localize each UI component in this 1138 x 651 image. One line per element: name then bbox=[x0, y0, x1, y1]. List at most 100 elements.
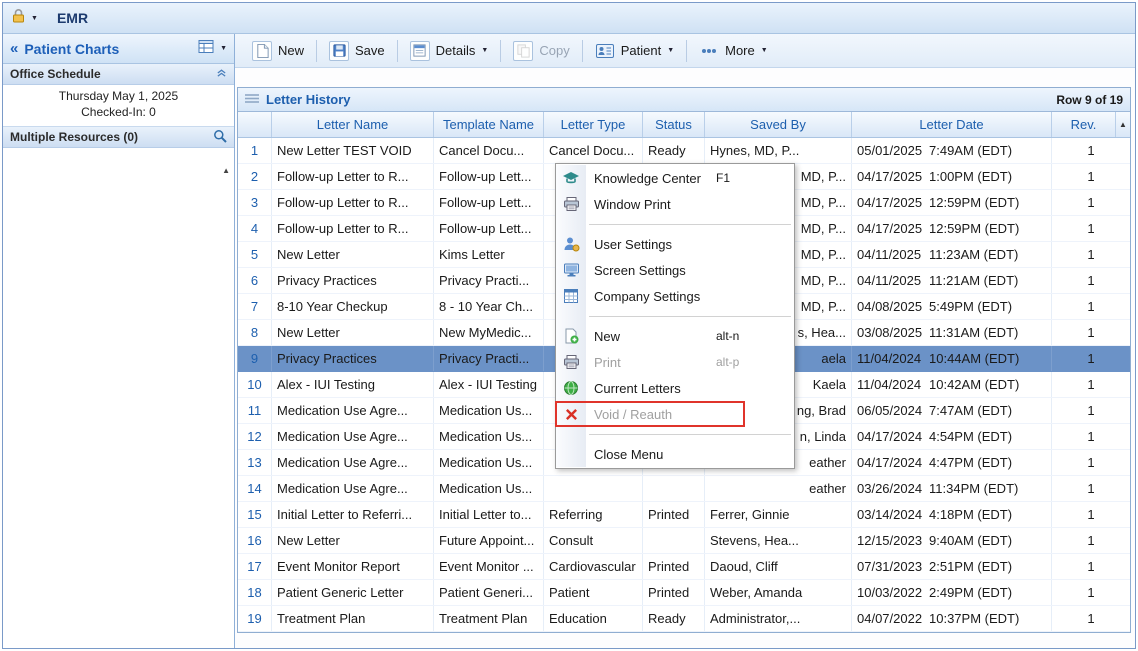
table-row[interactable]: 1 New Letter TEST VOID Cancel Docu... Cance… bbox=[238, 138, 1130, 164]
button-label: Copy bbox=[539, 43, 570, 58]
template-name-cell: New MyMedic... bbox=[434, 320, 544, 345]
column-header-letter-name[interactable]: Letter Name bbox=[272, 112, 434, 137]
patient-button[interactable]: Patient ▼ bbox=[586, 38, 683, 64]
details-button[interactable]: Details ▼ bbox=[401, 38, 498, 64]
menu-item-company-settings[interactable]: Company Settings bbox=[556, 283, 794, 309]
saved-by-cell: eather bbox=[705, 476, 852, 501]
office-schedule-bar[interactable]: Office Schedule bbox=[3, 64, 234, 85]
menu-item-current-letters[interactable]: Current Letters bbox=[556, 375, 794, 401]
sort-asc-icon[interactable]: ▲ bbox=[222, 166, 230, 175]
menu-separator bbox=[556, 217, 794, 231]
template-name-cell: Event Monitor ... bbox=[434, 554, 544, 579]
rev-cell: 1 bbox=[1087, 481, 1095, 496]
table-row[interactable]: 17 Event Monitor Report Event Monitor ... C… bbox=[238, 554, 1130, 580]
menu-item-void-reauth[interactable]: Void / Reauth bbox=[555, 401, 794, 427]
saved-by-cell: Weber, Amanda bbox=[705, 580, 852, 605]
letter-name-cell: Alex - IUI Testing bbox=[272, 372, 434, 397]
template-name-cell: Medication Us... bbox=[434, 424, 544, 449]
checked-in-count: Checked-In: 0 bbox=[81, 105, 156, 119]
copy-button[interactable]: Copy bbox=[504, 38, 578, 64]
button-label: More bbox=[725, 43, 755, 58]
menu-item-screen-settings[interactable]: Screen Settings bbox=[556, 257, 794, 283]
office-schedule-label: Office Schedule bbox=[10, 67, 101, 81]
letter-name-cell: Initial Letter to Referri... bbox=[272, 502, 434, 527]
screen-settings-icon bbox=[556, 257, 586, 283]
table-row[interactable]: 19 Treatment Plan Treatment Plan Education R… bbox=[238, 606, 1130, 632]
status-cell: Ready bbox=[643, 606, 705, 631]
row-count: Row 9 of 19 bbox=[1056, 92, 1123, 107]
column-header-template-name[interactable]: Template Name bbox=[434, 112, 544, 137]
menu-separator bbox=[556, 427, 794, 441]
letter-date-cell: 03/14/2024 4:18PM (EDT) bbox=[852, 502, 1052, 527]
void-x-icon bbox=[556, 401, 586, 427]
letter-date-cell: 04/17/2025 12:59PM (EDT) bbox=[852, 190, 1052, 215]
column-header-num[interactable] bbox=[238, 112, 272, 137]
printer-icon bbox=[556, 349, 586, 375]
collapse-up-icon[interactable] bbox=[216, 67, 227, 81]
menu-item-new[interactable]: New alt-n bbox=[556, 323, 794, 349]
rev-cell: 1 bbox=[1087, 195, 1095, 210]
column-header-letter-type[interactable]: Letter Type bbox=[544, 112, 643, 137]
caret-down-icon: ▼ bbox=[481, 47, 489, 54]
save-button[interactable]: Save bbox=[320, 38, 394, 64]
num-cell: 19 bbox=[238, 606, 272, 631]
letter-name-cell: Follow-up Letter to R... bbox=[272, 164, 434, 189]
letter-date-cell: 05/01/2025 7:49AM (EDT) bbox=[852, 138, 1052, 163]
rev-cell: 1 bbox=[1087, 377, 1095, 392]
num-cell: 1 bbox=[238, 138, 272, 163]
letter-type-cell: Cardiovascular bbox=[544, 554, 643, 579]
table-row[interactable]: 15 Initial Letter to Referri... Initial Le… bbox=[238, 502, 1130, 528]
column-header-letter-date[interactable]: Letter Date bbox=[852, 112, 1052, 137]
saved-by-cell: Administrator,... bbox=[705, 606, 852, 631]
column-header-rev[interactable]: Rev. bbox=[1052, 112, 1116, 137]
sort-asc-icon[interactable]: ▲ bbox=[1116, 112, 1130, 137]
caret-down-icon: ▼ bbox=[760, 47, 768, 54]
letter-name-cell: Medication Use Agre... bbox=[272, 398, 434, 423]
menu-item-user-settings[interactable]: User Settings bbox=[556, 231, 794, 257]
template-name-cell: Treatment Plan bbox=[434, 606, 544, 631]
menu-item-label: Screen Settings bbox=[594, 262, 686, 278]
menu-item-knowledge-center[interactable]: Knowledge Center F1 bbox=[556, 165, 794, 191]
column-header-status[interactable]: Status bbox=[643, 112, 705, 137]
letter-name-cell: New Letter bbox=[272, 242, 434, 267]
table-row[interactable]: 18 Patient Generic Letter Patient Generi..… bbox=[238, 580, 1130, 606]
caret-down-icon[interactable]: ▼ bbox=[220, 45, 227, 52]
table-row[interactable]: 16 New Letter Future Appoint... Consult Stev… bbox=[238, 528, 1130, 554]
menu-item-window-print[interactable]: Window Print bbox=[556, 191, 794, 217]
table-header: Letter Name Template Name Letter Type Statu… bbox=[238, 112, 1130, 138]
template-name-cell: Initial Letter to... bbox=[434, 502, 544, 527]
template-name-cell: Privacy Practi... bbox=[434, 346, 544, 371]
menu-item-close-menu[interactable]: Close Menu bbox=[556, 441, 794, 467]
toolbar-separator bbox=[686, 39, 688, 62]
saved-by-cell: Ferrer, Ginnie bbox=[705, 502, 852, 527]
more-button[interactable]: More ▼ bbox=[690, 38, 777, 64]
search-icon[interactable] bbox=[213, 129, 227, 146]
column-header-saved-by[interactable]: Saved By bbox=[705, 112, 852, 137]
menu-item-label: Knowledge Center bbox=[594, 170, 701, 186]
user-settings-icon bbox=[556, 231, 586, 257]
letter-type-cell: Referring bbox=[544, 502, 643, 527]
letter-type-cell: Education bbox=[544, 606, 643, 631]
status-cell: Printed bbox=[643, 502, 705, 527]
letter-name-cell: Medication Use Agre... bbox=[272, 476, 434, 501]
num-cell: 2 bbox=[238, 164, 272, 189]
company-settings-icon bbox=[556, 283, 586, 309]
caret-down-icon[interactable]: ▼ bbox=[31, 15, 38, 22]
lock-icon[interactable] bbox=[11, 8, 26, 29]
menu-item-print[interactable]: Print alt-p bbox=[556, 349, 794, 375]
multiple-resources-bar[interactable]: Multiple Resources (0) bbox=[3, 127, 234, 148]
template-name-cell: Follow-up Lett... bbox=[434, 190, 544, 215]
rev-cell: 1 bbox=[1087, 585, 1095, 600]
num-cell: 6 bbox=[238, 268, 272, 293]
rev-cell: 1 bbox=[1087, 247, 1095, 262]
table-row[interactable]: 14 Medication Use Agre... Medication Us...… bbox=[238, 476, 1130, 502]
rev-cell: 1 bbox=[1087, 559, 1095, 574]
chart-view-icon[interactable] bbox=[198, 39, 214, 59]
grip-icon[interactable] bbox=[245, 91, 259, 109]
new-button[interactable]: New bbox=[243, 38, 313, 64]
template-name-cell: Privacy Practi... bbox=[434, 268, 544, 293]
collapse-sidebar-icon[interactable]: « bbox=[10, 40, 18, 57]
letter-name-cell: New Letter bbox=[272, 320, 434, 345]
num-cell: 4 bbox=[238, 216, 272, 241]
sidebar: « Patient Charts ▼ Office Schedule Thurs… bbox=[3, 34, 235, 648]
